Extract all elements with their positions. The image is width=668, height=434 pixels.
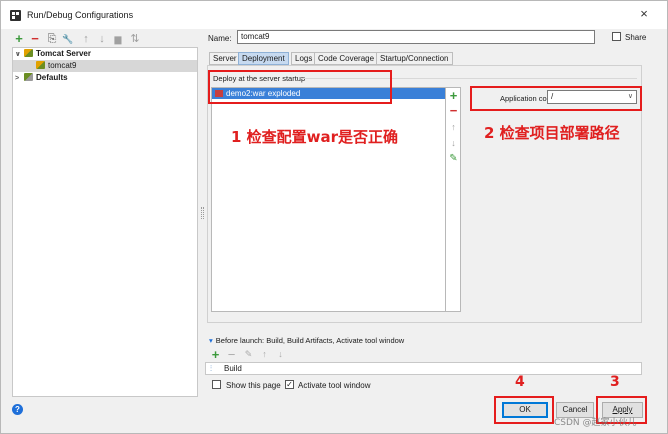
annotation-box-context <box>470 86 642 111</box>
before-launch-label[interactable]: ▾ Before launch: Build, Build Artifacts, … <box>209 336 404 345</box>
panel-splitter-handle[interactable] <box>201 207 204 219</box>
app-icon <box>10 10 21 21</box>
window-title: Run/Debug Configurations <box>27 10 134 20</box>
show-page-checkbox[interactable] <box>212 380 221 389</box>
annotation-note-2: 2 检查项目部署路径 <box>484 124 620 142</box>
annotation-number-4: 4 <box>515 374 525 390</box>
share-checkbox[interactable] <box>612 32 621 41</box>
add-artifact-icon[interactable]: + <box>448 89 459 102</box>
tab-code-coverage[interactable]: Code Coverage <box>314 52 379 65</box>
chevron-down-icon[interactable]: ∨ <box>15 49 24 61</box>
name-label: Name: <box>208 34 232 43</box>
edit-pencil-icon[interactable]: ✎ <box>448 153 459 164</box>
edit-task-icon[interactable]: ✎ <box>243 349 254 360</box>
annotation-box-deploy <box>208 70 392 104</box>
tree-item-tomcat-server[interactable]: ∨ Tomcat Server <box>15 48 91 60</box>
tomcat-icon <box>36 61 45 69</box>
activate-tool-window-label: Activate tool window <box>298 381 371 390</box>
move-down-icon[interactable]: ↓ <box>275 349 286 360</box>
ok-button[interactable]: OK <box>502 402 548 418</box>
build-icon: ⫶ <box>210 364 212 373</box>
tab-logs[interactable]: Logs <box>291 52 317 65</box>
share-label: Share <box>625 33 647 42</box>
configuration-tree: ∨ Tomcat Server tomcat9 > Defaults <box>12 47 198 397</box>
move-up-icon[interactable]: ↑ <box>259 349 270 360</box>
task-label: Build <box>224 364 242 373</box>
show-page-label: Show this page <box>226 381 281 390</box>
activate-tool-window-checkbox[interactable]: ✓ <box>285 380 294 389</box>
help-icon[interactable]: ? <box>12 404 23 415</box>
expand-arrow-icon: ▾ <box>209 336 213 345</box>
watermark: CSDN @赵家小伙儿 <box>554 418 637 428</box>
tree-item-tomcat9[interactable]: tomcat9 <box>36 60 76 72</box>
annotation-number-3: 3 <box>610 374 620 390</box>
tomcat-icon <box>24 49 33 57</box>
sort-icon[interactable]: ⇅ <box>129 33 141 45</box>
before-launch-task-list[interactable]: ⫶ Build <box>205 362 642 375</box>
remove-task-icon[interactable]: − <box>226 348 237 361</box>
chevron-right-icon[interactable]: > <box>15 73 24 85</box>
annotation-note-1: 1 检查配置war是否正确 <box>231 128 399 146</box>
run-debug-dialog: Run/Debug Configurations × + − ⎘ 🔧 ↑ ↓ ▆… <box>0 0 668 434</box>
artifact-list[interactable] <box>211 87 446 312</box>
before-launch-text: Before launch: Build, Build Artifacts, A… <box>215 336 405 345</box>
tab-deployment[interactable]: Deployment <box>238 52 289 65</box>
tree-item-label: Defaults <box>36 73 68 82</box>
wrench-icon[interactable]: 🔧 <box>62 33 74 45</box>
add-icon[interactable]: + <box>13 32 25 45</box>
tree-item-label: Tomcat Server <box>36 49 91 58</box>
tab-startup-connection[interactable]: Startup/Connection <box>376 52 453 65</box>
move-down-icon[interactable]: ↓ <box>96 33 108 45</box>
remove-artifact-icon[interactable]: − <box>448 104 459 117</box>
tree-item-defaults[interactable]: > Defaults <box>15 72 68 84</box>
add-task-icon[interactable]: + <box>210 348 221 361</box>
name-input[interactable]: tomcat9 <box>237 30 595 44</box>
artifact-toolbar <box>446 87 461 312</box>
tab-server[interactable]: Server <box>209 52 241 65</box>
copy-icon[interactable]: ⎘ <box>46 33 58 45</box>
move-down-icon[interactable]: ↓ <box>448 138 459 149</box>
move-up-icon[interactable]: ↑ <box>448 122 459 133</box>
close-icon[interactable]: × <box>637 7 651 21</box>
folder-icon[interactable]: ▆ <box>112 33 124 45</box>
title-bar: Run/Debug Configurations × <box>1 1 667 29</box>
move-up-icon[interactable]: ↑ <box>80 33 92 45</box>
tree-item-label: tomcat9 <box>48 61 77 70</box>
remove-icon[interactable]: − <box>29 32 41 45</box>
defaults-icon <box>24 73 33 81</box>
